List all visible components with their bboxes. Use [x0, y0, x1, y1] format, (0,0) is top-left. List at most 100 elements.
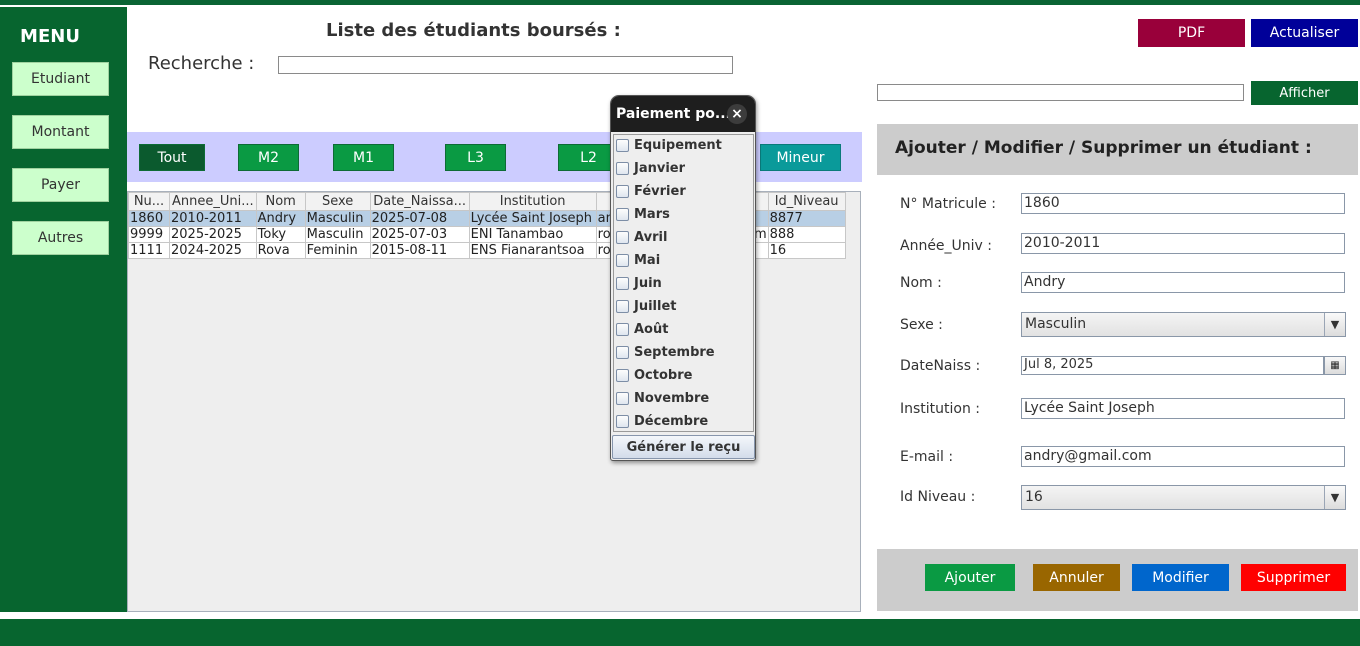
checkbox-fevrier[interactable]: Février	[616, 181, 686, 201]
cancel-button[interactable]: Annuler	[1033, 564, 1120, 591]
checkbox-label: Octobre	[634, 367, 693, 383]
column-header[interactable]: Nom	[255, 192, 306, 211]
delete-button[interactable]: Supprimer	[1241, 564, 1346, 591]
checkbox-label: Décembre	[634, 413, 709, 429]
checkbox-label: Juillet	[634, 298, 677, 314]
table-cell: Lycée Saint Joseph	[468, 210, 597, 227]
table-cell: 2025-07-03	[369, 226, 470, 243]
filter-l3-button[interactable]: L3	[445, 144, 506, 171]
search-input[interactable]	[278, 56, 733, 74]
checkbox-novembre[interactable]: Novembre	[616, 388, 709, 408]
bottom-bar	[0, 619, 1360, 646]
table-cell: 2025-2025	[169, 226, 257, 243]
checkbox-icon[interactable]	[616, 253, 629, 267]
matricule-label: N° Matricule :	[900, 196, 996, 212]
checkbox-icon[interactable]	[616, 345, 629, 359]
show-button[interactable]: Afficher	[1251, 81, 1358, 105]
checkbox-octobre[interactable]: Octobre	[616, 365, 692, 385]
table-cell: Toky	[255, 226, 306, 243]
checkbox-icon[interactable]	[616, 138, 629, 152]
table-cell: 2010-2011	[169, 210, 257, 227]
search-label: Recherche :	[148, 53, 255, 74]
checkbox-mars[interactable]: Mars	[616, 204, 670, 224]
add-button[interactable]: Ajouter	[925, 564, 1015, 591]
checkbox-avril[interactable]: Avril	[616, 227, 667, 247]
niveau-select[interactable]: 16 ▼	[1021, 485, 1346, 510]
email-field[interactable]: andry@gmail.com	[1021, 446, 1345, 467]
checkbox-juin[interactable]: Juin	[616, 273, 662, 293]
list-title: Liste des étudiants boursés :	[326, 20, 621, 41]
popup-title: Paiement po...	[616, 106, 731, 122]
checkbox-label: Mars	[634, 206, 670, 222]
generate-receipt-button[interactable]: Générer le reçu	[612, 435, 755, 459]
filter-m1-button[interactable]: M1	[333, 144, 394, 171]
popup-titlebar[interactable]: Paiement po... ×	[611, 96, 755, 132]
table-cell: 16	[767, 242, 846, 259]
table-cell: 2024-2025	[169, 242, 257, 259]
checkbox-icon[interactable]	[616, 230, 629, 244]
column-header[interactable]: Annee_Uni...	[169, 192, 257, 211]
table-cell: Rova	[255, 242, 306, 259]
date-label: DateNaiss :	[900, 358, 981, 374]
institution-field[interactable]: Lycée Saint Joseph	[1021, 398, 1345, 419]
checkbox-equipement[interactable]: Equipement	[616, 135, 722, 155]
column-header[interactable]: Date_Naissa...	[369, 192, 470, 211]
table-cell: Masculin	[304, 226, 371, 243]
top-accent-line	[0, 0, 1360, 5]
checkbox-janvier[interactable]: Janvier	[616, 158, 685, 178]
checkbox-icon[interactable]	[616, 276, 629, 290]
checkbox-label: Mai	[634, 252, 661, 268]
checkbox-icon[interactable]	[616, 414, 629, 428]
sexe-value: Masculin	[1025, 316, 1087, 332]
table-cell: ENS Fianarantsoa	[468, 242, 597, 259]
modify-button[interactable]: Modifier	[1132, 564, 1229, 591]
checkbox-icon[interactable]	[616, 299, 629, 313]
checkbox-icon[interactable]	[616, 391, 629, 405]
matricule-field[interactable]: 1860	[1021, 193, 1345, 214]
close-icon[interactable]: ×	[727, 104, 747, 124]
column-header[interactable]: Sexe	[304, 192, 371, 211]
sidebar	[0, 7, 127, 612]
table-cell: 888	[767, 226, 846, 243]
filter-m2-button[interactable]: M2	[238, 144, 299, 171]
menu-autres-button[interactable]: Autres	[12, 221, 109, 255]
checkbox-icon[interactable]	[616, 207, 629, 221]
column-header[interactable]: Nu...	[128, 192, 170, 211]
checkbox-mai[interactable]: Mai	[616, 250, 660, 270]
annee-field[interactable]: 2010-2011	[1021, 233, 1345, 254]
filter-tout-button[interactable]: Tout	[139, 144, 205, 171]
column-header[interactable]: Id_Niveau	[767, 192, 846, 211]
chevron-down-icon[interactable]: ▼	[1324, 486, 1345, 509]
checkbox-icon[interactable]	[616, 184, 629, 198]
menu-payer-button[interactable]: Payer	[12, 168, 109, 202]
checkbox-label: Février	[634, 183, 686, 199]
checkbox-decembre[interactable]: Décembre	[616, 411, 708, 431]
sexe-label: Sexe :	[900, 317, 943, 333]
filter-mineur-button[interactable]: Mineur	[760, 144, 841, 171]
checkbox-icon[interactable]	[616, 161, 629, 175]
column-header[interactable]: Institution	[468, 192, 597, 211]
menu-montant-button[interactable]: Montant	[12, 115, 109, 149]
checkbox-label: Equipement	[634, 137, 722, 153]
sexe-select[interactable]: Masculin ▼	[1021, 312, 1346, 337]
refresh-button[interactable]: Actualiser	[1251, 19, 1358, 47]
checkbox-icon[interactable]	[616, 322, 629, 336]
nom-field[interactable]: Andry	[1021, 272, 1345, 293]
table-cell: 1111	[128, 242, 170, 259]
chevron-down-icon[interactable]: ▼	[1324, 313, 1345, 336]
checkbox-label: Juin	[634, 275, 662, 291]
calendar-icon[interactable]: ▦	[1324, 356, 1346, 375]
table-cell: 9999	[128, 226, 170, 243]
checkbox-aout[interactable]: Août	[616, 319, 668, 339]
checkbox-septembre[interactable]: Septembre	[616, 342, 715, 362]
niveau-value: 16	[1025, 489, 1043, 505]
table-cell: ENI Tanambao	[468, 226, 597, 243]
menu-etudiant-button[interactable]: Etudiant	[12, 62, 109, 96]
table-cell: 2025-07-08	[369, 210, 470, 227]
display-input[interactable]	[877, 84, 1244, 101]
checkbox-icon[interactable]	[616, 368, 629, 382]
pdf-button[interactable]: PDF	[1138, 19, 1245, 47]
annee-label: Année_Univ :	[900, 238, 993, 254]
checkbox-juillet[interactable]: Juillet	[616, 296, 677, 316]
date-field[interactable]: Jul 8, 2025	[1021, 356, 1324, 375]
